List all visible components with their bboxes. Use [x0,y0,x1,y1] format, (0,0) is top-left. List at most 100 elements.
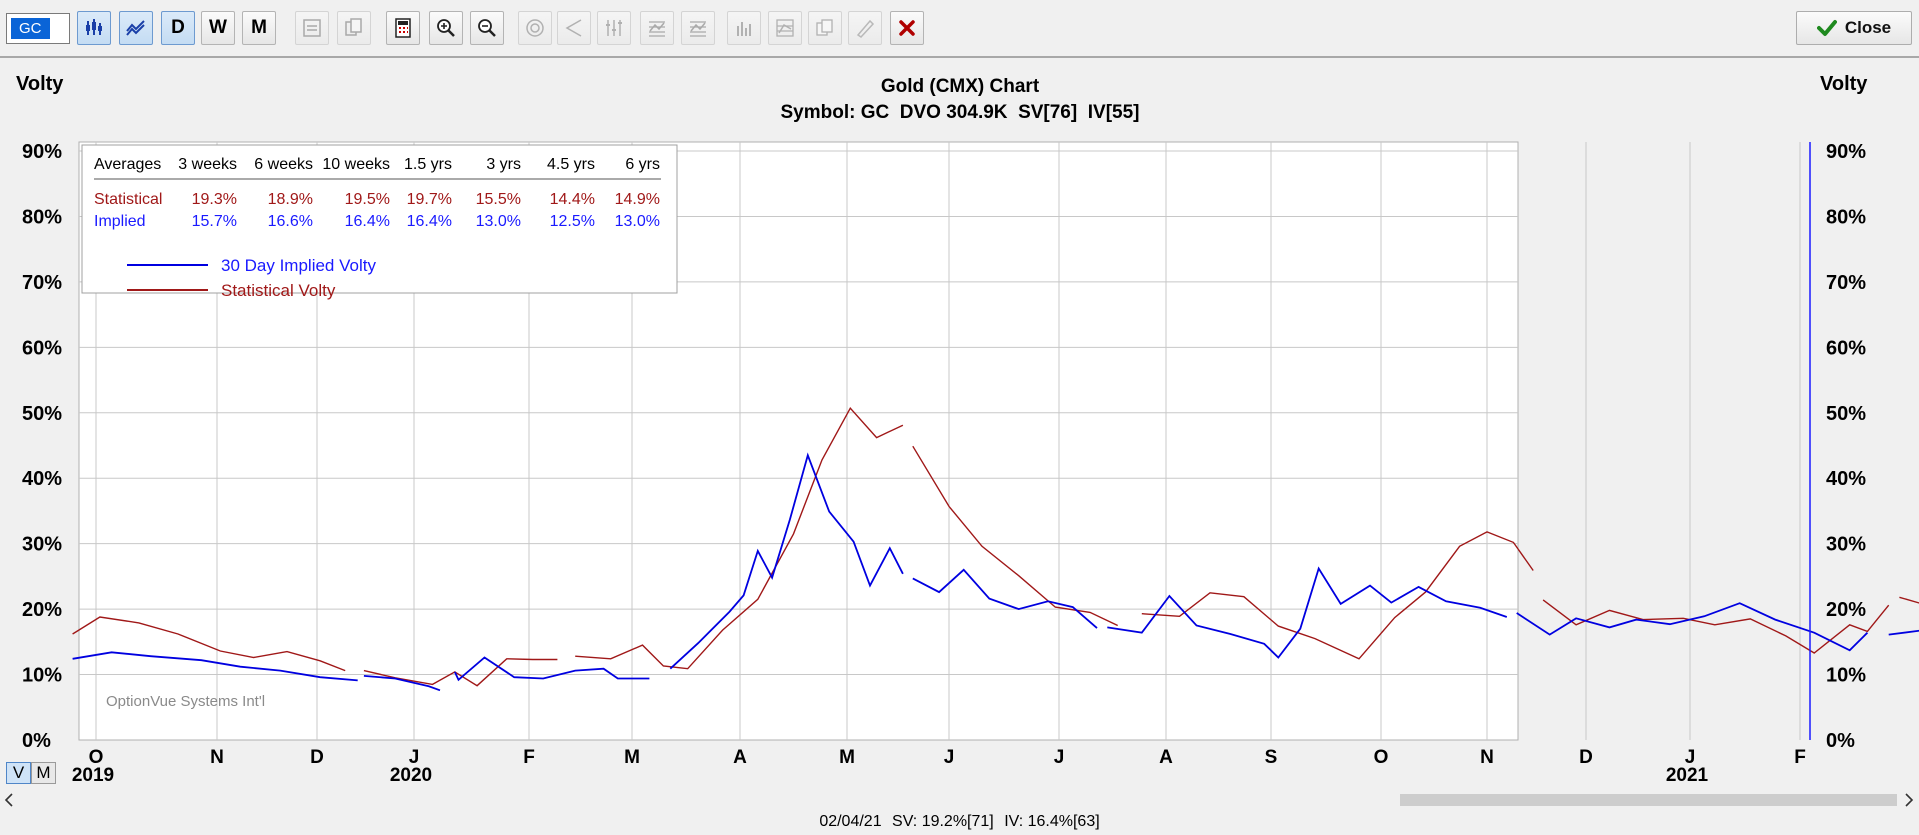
y-tick-label-left: 40% [22,468,62,490]
y-tick-label-left: 30% [22,534,62,556]
weekly-button[interactable]: W [201,11,235,45]
averages-cell: 19.3% [192,191,237,208]
zoom-out-icon [478,19,496,37]
averages-header-cell: 6 weeks [254,156,313,173]
x-month-label: F [1794,747,1806,768]
copy-data-icon [816,19,833,36]
chart-options-button[interactable] [295,11,329,45]
daily-button-label: D [171,17,185,38]
x-year-label: 2019 [72,765,114,786]
daily-button[interactable]: D [161,11,195,45]
calculator-button[interactable] [386,11,420,45]
status-iv: IV: 16.4%[63] [1004,813,1100,830]
checkmark-icon [1816,20,1837,36]
x-month-label: F [523,747,535,768]
x-month-label: S [1265,747,1278,768]
view-toggle: V M [6,762,56,784]
x-month-label: A [733,747,747,768]
chart-subtitle: Symbol: GC DVO 304.9K SV[76] IV[55] [781,102,1140,123]
x-month-label: D [310,747,324,768]
y-axis-title-right: Volty [1820,73,1868,95]
x-month-label: M [839,747,855,768]
close-x-icon [899,20,915,36]
copy-chart-button[interactable] [337,11,371,45]
candlestick-chart-button[interactable] [77,11,111,45]
scrollbar-thumb[interactable] [1400,794,1897,806]
monthly-button-label: M [251,17,267,38]
y-tick-label-right: 50% [1826,403,1866,425]
symbol-input-value: GC [11,18,50,39]
averages-header-cell: 1.5 yrs [404,156,452,173]
status-bar: 02/04/21 SV: 19.2%[71] IV: 16.4%[63] [0,811,1919,835]
x-month-label: A [1159,747,1173,768]
averages-cell: 19.7% [407,191,452,208]
bar-settings-button[interactable] [597,11,631,45]
y-tick-label-left: 70% [22,272,62,294]
scroll-right-arrow-icon[interactable] [1905,793,1914,807]
chart-grid-icon [776,19,794,37]
zoom-out-button[interactable] [470,11,504,45]
y-tick-label-right: 0% [1826,730,1855,752]
x-month-label: D [1579,747,1593,768]
angle-icon [565,19,582,37]
line-chart-button[interactable] [119,11,153,45]
grid-lines-icon [690,21,706,37]
x-year-label: 2020 [390,765,432,786]
view-v-button[interactable]: V [6,762,31,784]
y-tick-label-right: 70% [1826,272,1866,294]
x-month-label: M [624,747,640,768]
chart-grid-button[interactable] [768,11,802,45]
pencil-icon [856,19,875,38]
grid-lines-button[interactable] [640,11,674,45]
scroll-left-arrow-icon[interactable] [4,793,13,807]
calculator-icon [395,18,411,38]
y-tick-label-left: 60% [22,337,62,359]
grid-lines-alt-button[interactable] [681,11,715,45]
y-tick-label-right: 20% [1826,599,1866,621]
view-m-button[interactable]: M [31,762,56,784]
x-month-label: N [1480,747,1494,768]
averages-cell: 15.7% [192,213,237,230]
copy-data-button[interactable] [808,11,842,45]
averages-header-cell: Averages [94,156,161,173]
target-button[interactable] [518,11,552,45]
volume-icon [737,22,751,36]
averages-header-cell: 4.5 yrs [547,156,595,173]
monthly-button[interactable]: M [242,11,276,45]
weekly-button-label: W [209,17,227,38]
symbol-input[interactable]: GC [6,13,70,44]
averages-cell: 18.9% [268,191,313,208]
y-tick-label-left: 50% [22,403,62,425]
averages-header-cell: 10 weeks [322,156,390,173]
y-tick-label-left: 90% [22,141,62,163]
volatility-chart[interactable]: 0% 0% 10% 10% 20% 20% 30% 30% 40% 40% 50% 50% 60% 60%… [0,60,1919,788]
x-month-label: N [210,747,224,768]
horizontal-scrollbar[interactable] [0,789,1919,811]
averages-cell: 19.5% [345,191,390,208]
y-tick-label-left: 20% [22,599,62,621]
y-tick-label-left: 80% [22,206,62,228]
y-tick-label-right: 10% [1826,665,1866,687]
y-axis-title-left: Volty [16,73,64,95]
close-button-label: Close [1844,18,1892,37]
x-month-label: J [1054,747,1065,768]
close-button[interactable]: Close [1796,11,1912,45]
angle-button[interactable] [557,11,591,45]
draw-line-button[interactable] [848,11,882,45]
options-icon [303,19,321,37]
delete-button[interactable] [890,11,924,45]
volume-bars-button[interactable] [727,11,761,45]
candlestick-icon [86,19,102,35]
legend-label-statistical: Statistical Volty [221,281,336,300]
averages-cell: 14.4% [550,191,595,208]
chart-area: 0% 0% 10% 10% 20% 20% 30% 30% 40% 40% 50% 50% 60% 60%… [0,60,1919,788]
y-tick-label-left: 10% [22,665,62,687]
averages-cell: 12.5% [550,213,595,230]
bars-icon [606,20,622,36]
averages-cell: 13.0% [615,213,660,230]
x-month-label: O [1374,747,1389,768]
toolbar: GC D W M Close [0,0,1919,58]
averages-header-cell: 3 weeks [178,156,237,173]
averages-cell: 15.5% [476,191,521,208]
zoom-in-button[interactable] [429,11,463,45]
